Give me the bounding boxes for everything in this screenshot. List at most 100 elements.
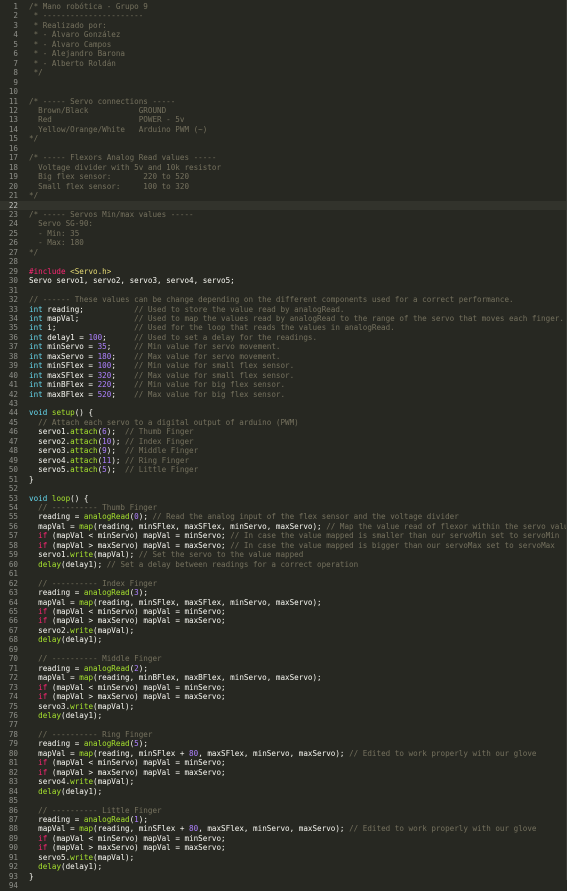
code-line[interactable]: 38 int maxServo = 180; // Max value for s… <box>0 352 566 361</box>
code-line[interactable]: 85 <box>0 796 566 805</box>
code-line[interactable]: 3 * Realizado por: <box>0 21 566 30</box>
code-line[interactable]: 1 /* Mano robótica - Grupo 9 <box>0 2 566 11</box>
code-line[interactable]: 54 // ---------- Thumb Finger <box>0 503 566 512</box>
code-line[interactable]: 70 // ---------- Middle Finger <box>0 654 566 663</box>
code-token: */ <box>29 191 39 201</box>
code-editor[interactable]: 1/* Mano robótica - Grupo 92 * ---------… <box>0 0 567 890</box>
code-line[interactable]: 52 <box>0 484 566 493</box>
code-line[interactable]: 18 Voltage divider with 5v and 10k resis… <box>0 163 566 172</box>
code-line[interactable]: 10 <box>0 87 566 96</box>
code-line[interactable]: 41 int minBFlex = 220; // Min value for b… <box>0 380 566 389</box>
code-line[interactable]: 42 int maxBFlex = 520; // Max value for b… <box>0 390 566 399</box>
code-line[interactable]: 65 if (mapVal < minServo) mapVal = minSe… <box>0 607 566 616</box>
code-line[interactable]: 53 void loop() { <box>0 494 566 503</box>
code-line[interactable]: 56 mapVal = map(reading, minSFlex, maxSF… <box>0 522 566 531</box>
code-line[interactable]: 88 mapVal = map(reading, minSFlex + 80, … <box>0 824 566 833</box>
code-token: (mapVal); <box>93 777 135 787</box>
code-line[interactable]: 8 */ <box>0 68 566 77</box>
code-line[interactable]: 94 <box>0 881 566 890</box>
code-token: attach <box>70 446 98 456</box>
code-line[interactable]: 86 // ---------- Little Finger <box>0 806 566 815</box>
code-line[interactable]: 64 mapVal = map(reading, minSFlex, maxSF… <box>0 598 566 607</box>
code-line[interactable]: 81 if (mapVal < minServo) mapVal = minSe… <box>0 758 566 767</box>
code-line[interactable]: 55 reading = analogRead(0); // Read the … <box>0 512 566 521</box>
code-line[interactable]: 14 Yellow/Orange/White Arduino PWM (~) <box>0 125 566 134</box>
code-line[interactable]: 34 int mapVal; // Used to map the values … <box>0 314 566 323</box>
code-line[interactable]: 16 <box>0 144 566 153</box>
code-line[interactable]: 92 delay(delay1); <box>0 862 566 871</box>
code-line[interactable]: 80 mapVal = map(reading, minSFlex + 80, … <box>0 749 566 758</box>
code-line[interactable]: 68 delay(delay1); <box>0 635 566 644</box>
code-line[interactable]: 5 * - Álvaro Campos <box>0 40 566 49</box>
code-line[interactable]: 91 servo5.write(mapVal); <box>0 853 566 862</box>
code-line[interactable]: 21 */ <box>0 191 566 200</box>
code-line[interactable]: 36 int delay1 = 100; // Used to set a del… <box>0 333 566 342</box>
code-line[interactable]: 19 Big flex sensor: 220 to 520 <box>0 172 566 181</box>
code-line[interactable]: 4 * - Álvaro González <box>0 30 566 39</box>
code-line[interactable]: 7 * - Alberto Roldán <box>0 59 566 68</box>
code-line[interactable]: 77 <box>0 720 566 729</box>
code-line[interactable]: 73 if (mapVal < minServo) mapVal = minSe… <box>0 683 566 692</box>
code-line[interactable]: 45 // Attach each servo to a digital out… <box>0 418 566 427</box>
code-line[interactable]: 67 servo2.write(mapVal); <box>0 626 566 635</box>
code-line[interactable]: 78 // ---------- Ring Finger <box>0 730 566 739</box>
code-line[interactable]: 49 servo4.attach(11); // Ring Finger <box>0 456 566 465</box>
code-line[interactable]: 72 mapVal = map(reading, minBFlex, maxBF… <box>0 673 566 682</box>
code-line[interactable]: 35 int i; // Used for the loop that reads… <box>0 323 566 332</box>
code-line[interactable]: 79 reading = analogRead(5); <box>0 739 566 748</box>
code-line[interactable]: 13 Red POWER - 5v <box>0 115 566 124</box>
code-line[interactable]: 63 reading = analogRead(3); <box>0 588 566 597</box>
code-line[interactable]: 57 if (mapVal < minServo) mapVal = minSe… <box>0 531 566 540</box>
code-line[interactable]: 58 if (mapVal > maxServo) mapVal = maxSe… <box>0 541 566 550</box>
code-line[interactable]: 44 void setup() { <box>0 408 566 417</box>
code-line[interactable]: 82 if (mapVal > maxServo) mapVal = maxSe… <box>0 768 566 777</box>
code-line[interactable]: 26 - Max: 180 <box>0 238 566 247</box>
code-line[interactable]: 30 Servo servo1, servo2, servo3, servo4, … <box>0 276 566 285</box>
code-line[interactable]: 83 servo4.write(mapVal); <box>0 777 566 786</box>
code-line[interactable]: 74 if (mapVal > maxServo) mapVal = maxSe… <box>0 692 566 701</box>
code-line[interactable]: 89 if (mapVal < minServo) mapVal = minSe… <box>0 834 566 843</box>
code-line[interactable]: 33 int reading; // Used to store the valu… <box>0 305 566 314</box>
code-line[interactable]: 62 // ---------- Index Finger <box>0 579 566 588</box>
code-line[interactable]: 22 <box>0 200 566 210</box>
code-line[interactable]: 69 <box>0 645 566 654</box>
code-line[interactable]: 66 if (mapVal > maxServo) mapVal = maxSe… <box>0 616 566 625</box>
code-line[interactable]: 27 */ <box>0 248 566 257</box>
code-line[interactable]: 61 <box>0 569 566 578</box>
line-number: 48 <box>8 446 18 456</box>
code-token: // ------ These values can be change dep… <box>29 295 514 305</box>
code-line[interactable]: 87 reading = analogRead(1); <box>0 815 566 824</box>
code-line[interactable]: 59 servo1.write(mapVal); // Set the serv… <box>0 550 566 559</box>
code-line[interactable]: 20 Small flex sensor: 100 to 320 <box>0 182 566 191</box>
code-line[interactable]: 48 servo3.attach(9); // Middle Finger <box>0 446 566 455</box>
code-line[interactable]: 75 servo3.write(mapVal); <box>0 702 566 711</box>
code-line[interactable]: 12 Brown/Black GROUND <box>0 106 566 115</box>
code-line[interactable]: 60 delay(delay1); // Set a delay between… <box>0 560 566 569</box>
code-line[interactable]: 17 /* ----- Flexors Analog Read values --… <box>0 153 566 162</box>
code-line[interactable]: 39 int minSFlex = 100; // Min value for s… <box>0 361 566 370</box>
code-line[interactable]: 51} <box>0 475 566 484</box>
code-line[interactable]: 24 Servo SG-90: <box>0 219 566 228</box>
code-line[interactable]: 84 delay(delay1); <box>0 787 566 796</box>
code-line[interactable]: 2 * ---------------------- <box>0 11 566 20</box>
code-line[interactable]: 32 // ------ These values can be change d… <box>0 295 566 304</box>
code-line[interactable]: 23 /* ----- Servos Min/max values ----- <box>0 210 566 219</box>
code-line[interactable]: 71 reading = analogRead(2); <box>0 664 566 673</box>
code-line[interactable]: 47 servo2.attach(10); // Index Finger <box>0 437 566 446</box>
code-line[interactable]: 9 <box>0 78 566 87</box>
code-line[interactable]: 25 - Min: 35 <box>0 229 566 238</box>
code-line[interactable]: 50 servo5.attach(5); // Little Finger <box>0 465 566 474</box>
code-line[interactable]: 76 delay(delay1); <box>0 711 566 720</box>
code-line[interactable]: 43 <box>0 399 566 408</box>
code-line[interactable]: 40 int maxSFlex = 320; // Max value for s… <box>0 371 566 380</box>
code-line[interactable]: 28 <box>0 257 566 266</box>
code-line[interactable]: 29 #include <Servo.h> <box>0 267 566 276</box>
code-line[interactable]: 15 */ <box>0 134 566 143</box>
code-line[interactable]: 37 int minServo = 35; // Min value for se… <box>0 342 566 351</box>
code-line[interactable]: 46 servo1.attach(6); // Thumb Finger <box>0 427 566 436</box>
code-line[interactable]: 90 if (mapVal > maxServo) mapVal = maxSe… <box>0 843 566 852</box>
code-token: analogRead <box>83 663 130 673</box>
code-line[interactable]: 6 * - Alejandro Barona <box>0 49 566 58</box>
code-line[interactable]: 11 /* ----- Servo connections ----- <box>0 97 566 106</box>
code-line[interactable]: 31 <box>0 286 566 295</box>
